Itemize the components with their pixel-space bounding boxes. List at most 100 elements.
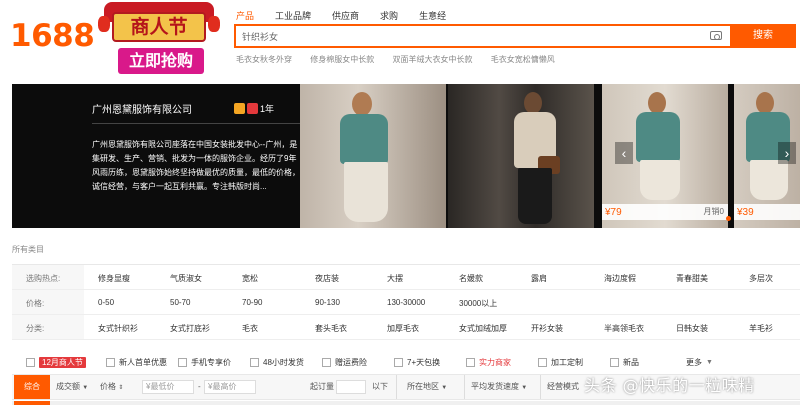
- checkbox-7day-exchange[interactable]: 7+天包换: [394, 357, 440, 368]
- hotword-link[interactable]: 毛衣女秋冬外穿: [236, 55, 292, 64]
- promo-banner[interactable]: 商人节 立即抢购: [98, 2, 220, 74]
- lantern-icon: [208, 16, 220, 32]
- filter-option[interactable]: 青春甜美: [676, 273, 708, 284]
- checkbox-mobile-price[interactable]: 手机专享价: [178, 357, 231, 368]
- moq-label: 起订量: [310, 382, 334, 391]
- filter-option[interactable]: 50-70: [170, 298, 190, 307]
- filter-option[interactable]: 加厚毛衣: [387, 323, 419, 334]
- checkbox-48h-ship[interactable]: 48小时发货: [250, 357, 304, 368]
- chevron-down-icon: ▼: [82, 385, 89, 391]
- filter-row-hot: 选购热点: 修身显瘦 气质淑女 宽松 夜店装 大摆 名媛款 露肩 海边度假 青春…: [12, 265, 800, 290]
- filter-option[interactable]: 夜店装: [315, 273, 339, 284]
- filter-option[interactable]: 气质淑女: [170, 273, 202, 284]
- checkbox-strong-merchant[interactable]: 实力商家: [466, 357, 511, 368]
- filter-option[interactable]: 海边度假: [604, 273, 636, 284]
- sort-volume[interactable]: 成交额 ▼: [56, 375, 88, 399]
- search-button[interactable]: 搜索: [730, 24, 796, 48]
- search-box: [234, 24, 730, 48]
- min-price-input[interactable]: ¥最低价: [142, 380, 194, 394]
- checkbox-new-product[interactable]: 新品: [610, 357, 639, 368]
- filter-option[interactable]: 多层次: [749, 273, 773, 284]
- filter-option[interactable]: 女式打底衫: [170, 323, 210, 334]
- checkbox-merchant-festival[interactable]: 12月商人节: [26, 357, 86, 368]
- model-head: [352, 92, 372, 116]
- filter-option[interactable]: 女式加绒加厚: [459, 323, 507, 334]
- business-mode-dropdown[interactable]: 经营模式: [540, 375, 579, 399]
- shop-banner[interactable]: 广州恩黛服饰有限公司 1年 广州恩黛服饰有限公司座落在中国女装批发中心--广州，…: [12, 84, 800, 228]
- checkbox[interactable]: [106, 358, 115, 367]
- hotword-link[interactable]: 毛衣女宽松慵懒风: [491, 55, 555, 64]
- region-dropdown[interactable]: 所在地区 ▼: [396, 375, 447, 399]
- max-price-input[interactable]: ¥最高价: [204, 380, 256, 394]
- filter-label: 分类:: [26, 324, 45, 333]
- filter-option[interactable]: 露肩: [531, 273, 547, 284]
- filter-panel: 选购热点: 修身显瘦 气质淑女 宽松 夜店装 大摆 名媛款 露肩 海边度假 青春…: [12, 264, 800, 340]
- model-head: [648, 92, 666, 114]
- filter-option[interactable]: 羊毛衫: [749, 323, 773, 334]
- filter-option[interactable]: 半高领毛衣: [604, 323, 644, 334]
- checkbox[interactable]: [322, 358, 331, 367]
- model-skirt: [640, 160, 680, 200]
- search-input[interactable]: [236, 26, 696, 46]
- checkbox-label: 48小时发货: [263, 358, 304, 367]
- watermark: 头条 @快乐的一粒味精: [584, 376, 755, 395]
- hotword-link[interactable]: 双面羊绒大衣女中长款: [392, 55, 472, 64]
- filter-option[interactable]: 宽松: [242, 273, 258, 284]
- search-tabs: 产品 工业品牌 供应商 求购 生意经: [236, 9, 467, 22]
- site-logo[interactable]: 1688: [10, 18, 95, 54]
- checkbox[interactable]: [26, 358, 35, 367]
- promo-buy-button[interactable]: 立即抢购: [118, 48, 204, 74]
- filter-option[interactable]: 修身显瘦: [98, 273, 130, 284]
- checkbox[interactable]: [610, 358, 619, 367]
- checkbox[interactable]: [394, 358, 403, 367]
- all-categories-label[interactable]: 所有类目: [12, 244, 44, 255]
- carousel-next-button[interactable]: ›: [778, 142, 796, 164]
- model-skirt: [344, 162, 388, 222]
- product-photo[interactable]: [300, 84, 446, 228]
- carousel-dot[interactable]: [726, 216, 731, 221]
- tab-products[interactable]: 产品: [236, 9, 254, 22]
- divider: [92, 123, 302, 124]
- sort-price[interactable]: 价格 ⇕: [100, 375, 123, 399]
- checkbox[interactable]: [250, 358, 259, 367]
- checkbox[interactable]: [538, 358, 547, 367]
- filter-option[interactable]: 套头毛衣: [315, 323, 347, 334]
- checkbox-custom-processing[interactable]: 加工定制: [538, 357, 583, 368]
- filter-option[interactable]: 日韩女装: [676, 323, 708, 334]
- hotword-link[interactable]: 修身棉服女中长款: [310, 55, 374, 64]
- tab-industrial-brands[interactable]: 工业品牌: [275, 9, 311, 22]
- more-filters-button[interactable]: 更多 ▼: [686, 357, 713, 368]
- filter-option[interactable]: 毛衣: [242, 323, 258, 334]
- filter-option[interactable]: 30000以上: [459, 298, 497, 309]
- checkbox[interactable]: [178, 358, 187, 367]
- filter-option[interactable]: 大摆: [387, 273, 403, 284]
- company-name[interactable]: 广州恩黛服饰有限公司: [92, 101, 192, 116]
- product-photo[interactable]: [448, 84, 594, 228]
- checkbox-freight-insurance[interactable]: 赠运费险: [322, 357, 367, 368]
- tab-business[interactable]: 生意经: [419, 9, 446, 22]
- header: 1688 商人节 立即抢购 产品 工业品牌 供应商 求购 生意经 搜索 毛衣女秋…: [0, 0, 800, 78]
- filter-option[interactable]: 0-50: [98, 298, 114, 307]
- carousel-prev-button[interactable]: ‹: [615, 142, 633, 164]
- checkbox-new-user[interactable]: 新人首单优惠: [106, 357, 167, 368]
- sort-comprehensive[interactable]: 综合: [14, 375, 50, 399]
- product-price: ¥39: [737, 207, 754, 218]
- more-label[interactable]: 更多: [686, 357, 702, 368]
- below-label: 以下: [372, 382, 388, 391]
- filter-label: 选购热点:: [26, 274, 61, 283]
- chevron-down-icon: ▼: [441, 385, 448, 391]
- moq-input[interactable]: [336, 380, 366, 394]
- camera-icon[interactable]: [710, 31, 722, 40]
- filter-option[interactable]: 名媛款: [459, 273, 483, 284]
- tab-wanted[interactable]: 求购: [380, 9, 398, 22]
- checkbox[interactable]: [466, 358, 475, 367]
- filter-option[interactable]: 开衫女装: [531, 323, 563, 334]
- filter-option[interactable]: 90-130: [315, 298, 340, 307]
- member-icon: [247, 103, 258, 114]
- filter-option[interactable]: 女式针织衫: [98, 323, 138, 334]
- tab-suppliers[interactable]: 供应商: [332, 9, 359, 22]
- filter-row-price: 价格: 0-50 50-70 70-90 90-130 130-30000 30…: [12, 290, 800, 315]
- filter-option[interactable]: 130-30000: [387, 298, 425, 307]
- ship-speed-dropdown[interactable]: 平均发货速度 ▼: [464, 375, 527, 399]
- filter-option[interactable]: 70-90: [242, 298, 262, 307]
